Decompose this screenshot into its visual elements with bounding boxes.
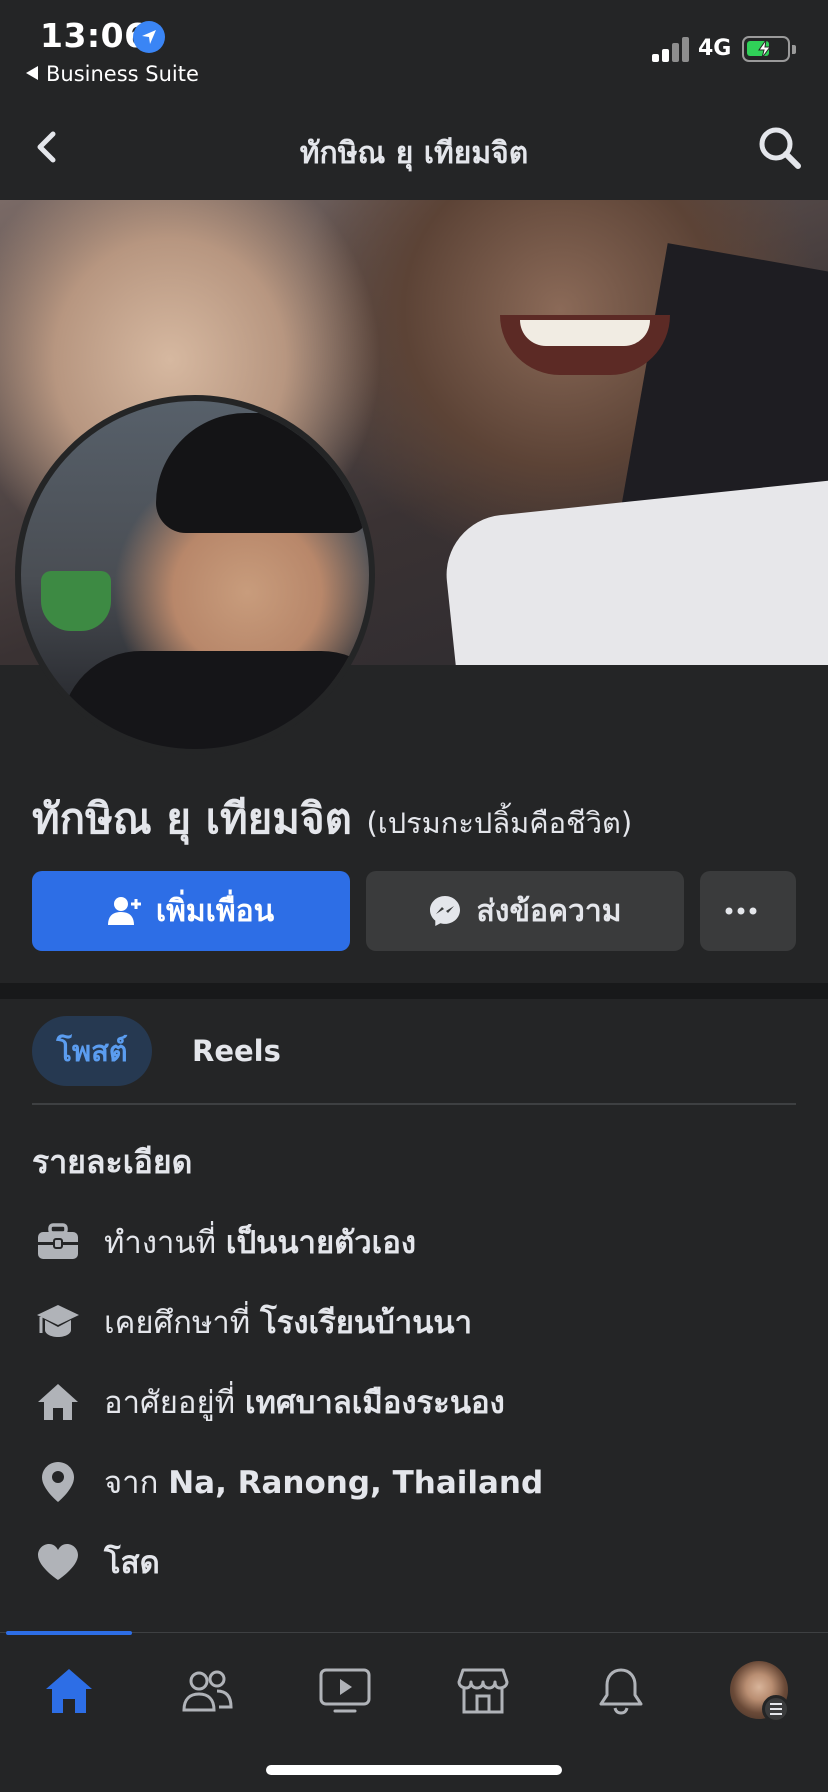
more-dots-icon: [725, 907, 757, 915]
location-pin-icon: [32, 1456, 84, 1508]
detail-lives-in-prefix: อาศัยอยู่ที่: [104, 1385, 245, 1421]
bell-icon: [599, 1668, 643, 1715]
profile-picture[interactable]: [15, 395, 375, 755]
tab-reels[interactable]: Reels: [192, 1016, 281, 1086]
profile-alt-name: (เปรมกะปลิ้มคือชีวิต): [366, 806, 633, 840]
back-app-label: Business Suite: [46, 62, 199, 86]
video-icon: [319, 1668, 371, 1713]
detail-from-value: Na, Ranong, Thailand: [168, 1465, 544, 1501]
detail-education-value: โรงเรียนบ้านนา: [260, 1305, 472, 1341]
detail-work: ทำงานที่ เป็นนายตัวเอง: [32, 1212, 812, 1272]
detail-education-prefix: เคยศึกษาที่: [104, 1305, 261, 1341]
active-tab-indicator: [6, 1631, 132, 1635]
heart-icon: [32, 1536, 84, 1588]
home-icon: [32, 1376, 84, 1428]
detail-work-value: เป็นนายตัวเอง: [225, 1225, 416, 1261]
tab-video[interactable]: [315, 1661, 375, 1721]
profile-name: ทักษิณ ยุ เทียมจิต (เปรมกะปลิ้มคือชีวิต): [32, 786, 632, 852]
tab-notifications[interactable]: [591, 1661, 651, 1721]
network-type: 4G: [698, 36, 732, 61]
detail-work-prefix: ทำงานที่: [104, 1225, 226, 1261]
tab-posts[interactable]: โพสต์: [32, 1016, 152, 1086]
detail-relationship-value: โสด: [104, 1545, 160, 1581]
back-triangle-icon: [26, 66, 38, 80]
detail-from-prefix: จาก: [104, 1465, 169, 1501]
tabs-divider: [32, 1103, 796, 1105]
more-options-button[interactable]: [700, 871, 796, 951]
add-friend-label: เพิ่มเพื่อน: [155, 893, 275, 929]
friends-icon: [182, 1670, 233, 1712]
detail-relationship: โสด: [32, 1532, 812, 1592]
profile-name-main: ทักษิณ ยุ เทียมจิต: [32, 794, 352, 843]
tab-friends[interactable]: [177, 1661, 237, 1721]
add-friend-icon: [107, 897, 141, 925]
signal-strength-icon: [652, 36, 690, 62]
top-nav-bar: ทักษิณ ยุ เทียมจิต: [0, 100, 828, 200]
status-time: 13:06: [40, 16, 148, 55]
message-button[interactable]: ส่งข้อความ: [366, 871, 684, 951]
back-to-app-link[interactable]: Business Suite: [26, 62, 199, 86]
marketplace-icon: [457, 1668, 509, 1714]
home-indicator: [266, 1765, 562, 1775]
menu-hamburger-icon: [762, 1695, 790, 1723]
graduation-cap-icon: [32, 1296, 84, 1348]
search-button[interactable]: [756, 124, 804, 172]
detail-education: เคยศึกษาที่ โรงเรียนบ้านนา: [32, 1292, 812, 1352]
details-heading: รายละเอียด: [32, 1143, 193, 1181]
section-divider: [0, 983, 828, 999]
battery-icon: [742, 36, 796, 62]
detail-lives-in: อาศัยอยู่ที่ เทศบาลเมืองระนอง: [32, 1372, 812, 1432]
messenger-icon: [430, 896, 461, 926]
message-label: ส่งข้อความ: [476, 893, 622, 929]
nav-title: ทักษิณ ยุ เทียมจิต: [299, 136, 529, 171]
search-icon: [759, 127, 801, 169]
briefcase-icon: [32, 1216, 84, 1268]
status-bar: 13:06 Business Suite 4G: [0, 0, 828, 100]
add-friend-button[interactable]: เพิ่มเพื่อน: [32, 871, 350, 951]
home-icon: [46, 1669, 92, 1713]
location-arrow-icon: [133, 21, 165, 53]
detail-from: จาก Na, Ranong, Thailand: [32, 1452, 812, 1512]
tab-home[interactable]: [39, 1661, 99, 1721]
tab-marketplace[interactable]: [453, 1661, 513, 1721]
detail-lives-in-value: เทศบาลเมืองระนอง: [244, 1385, 505, 1421]
